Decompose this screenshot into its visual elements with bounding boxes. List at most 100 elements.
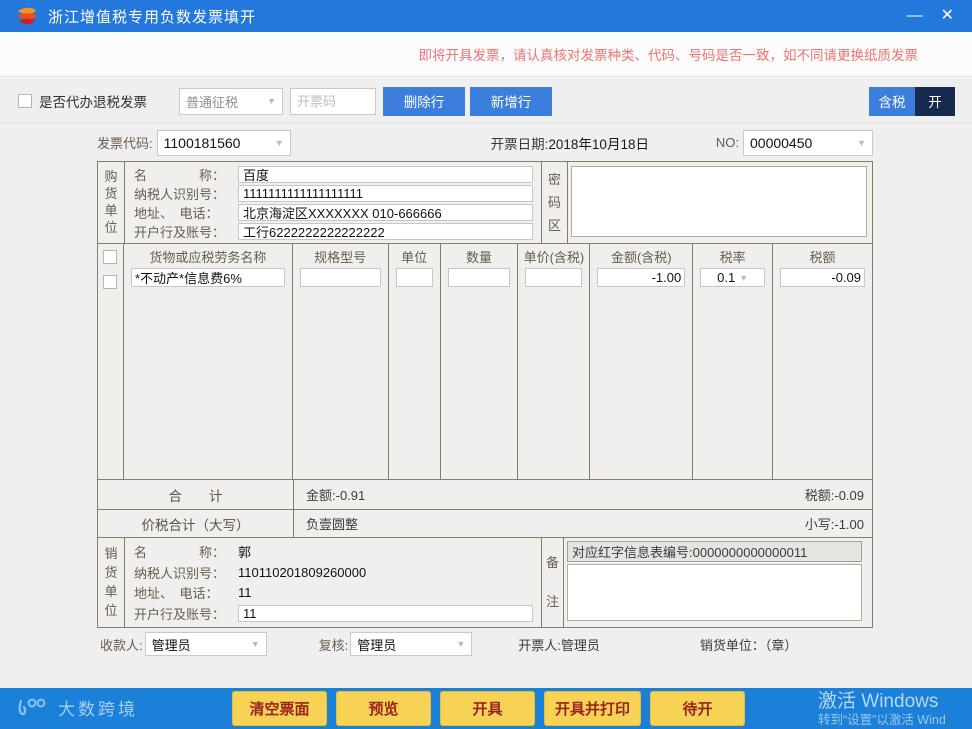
buyer-name-input[interactable]	[238, 166, 533, 183]
tax-amount-column: 税额	[773, 244, 872, 479]
chevron-down-icon: ▼	[251, 639, 260, 649]
refund-invoice-checkbox-label: 是否代办退税发票	[39, 91, 147, 111]
seller-bank-row: 开户行及账号：	[134, 604, 533, 623]
password-textarea[interactable]	[571, 166, 867, 237]
invoice-no-label: NO:	[716, 135, 739, 150]
invoice-meta-row: 发票代码: 1100181560 ▼ 开票日期:2018年10月18日 NO: …	[97, 129, 873, 156]
price-header: 单价(含税)	[524, 244, 585, 268]
seller-taxid-row: 纳税人识别号： 110110201809260000	[134, 563, 533, 582]
tax-included-button[interactable]: 含税	[869, 87, 915, 116]
remark-side-label: 备 注	[541, 538, 564, 627]
delete-row-button[interactable]: 删除行	[383, 87, 465, 116]
footer-bar: 大数跨境 清空票面 预览 开具 开具并打印 待开 激活 Windows 转到“设…	[0, 688, 972, 729]
chevron-down-icon: ▼	[857, 138, 866, 148]
buyer-fields: 名 称： 纳税人识别号： 地址、 电话： 开户行及账号：	[125, 162, 541, 243]
qty-header: 数量	[466, 244, 492, 268]
window-controls: — ✕	[907, 8, 962, 24]
tax-amount-input[interactable]	[780, 268, 865, 287]
titlebar: 浙江增值税专用负数发票填开 — ✕	[0, 0, 972, 32]
row-select-column	[98, 244, 124, 479]
buyer-bank-input[interactable]	[238, 223, 533, 240]
buyer-address-input[interactable]	[238, 204, 533, 221]
issue-and-print-button[interactable]: 开具并打印	[544, 691, 641, 726]
tax-open-button[interactable]: 开	[915, 87, 955, 116]
chevron-down-icon: ▼	[275, 138, 284, 148]
totals-row: 合 计 金额:-0.91 税额:-0.09	[98, 480, 872, 510]
goods-name-column: 货物或应税劳务名称	[124, 244, 293, 479]
qty-column: 数量	[441, 244, 519, 479]
watermark-title: 激活 Windows	[818, 691, 946, 713]
close-button[interactable]: ✕	[941, 8, 954, 24]
payee-select[interactable]: 管理员 ▼	[145, 632, 267, 656]
signoff-row: 收款人: 管理员 ▼ 复核: 管理员 ▼ 开票人:管理员 销货单位：（章）	[97, 631, 873, 657]
totals-amount: 金额:-0.91	[306, 485, 365, 504]
buyer-taxid-row: 纳税人识别号：	[134, 184, 533, 203]
seller-bank-input[interactable]	[238, 605, 533, 622]
buyer-address-row: 地址、 电话：	[134, 203, 533, 222]
password-side-label: 密 码 区	[541, 162, 568, 243]
invoice-form: 购 货 单 位 名 称： 纳税人识别号： 地址、 电话：	[97, 161, 873, 628]
invoice-code-label: 发票代码:	[97, 133, 153, 152]
capital-total-row: 价税合计（大写） 负壹圆整 小写:-1.00	[98, 510, 872, 538]
refund-invoice-checkbox[interactable]	[18, 94, 32, 108]
seller-fields: 名 称： 郭 纳税人识别号： 110110201809260000 地址、 电话…	[125, 538, 541, 627]
app-logo-icon	[14, 5, 40, 27]
toolbar-divider	[0, 122, 972, 123]
totals-tax: 税额:-0.09	[805, 485, 864, 504]
seller-address-value: 11	[238, 585, 252, 600]
price-input[interactable]	[525, 268, 582, 287]
tax-rate-select[interactable]: 0.1 ▼	[700, 268, 765, 287]
reviewer-value: 管理员	[357, 635, 452, 654]
reviewer-select[interactable]: 管理员 ▼	[350, 632, 472, 656]
buyer-section: 购 货 单 位 名 称： 纳税人识别号： 地址、 电话：	[98, 162, 872, 244]
remark-textarea[interactable]	[567, 564, 862, 621]
app-window: 浙江增值税专用负数发票填开 — ✕ 即将开具发票，请认真核对发票种类、代码、号码…	[0, 0, 972, 729]
seller-section: 销 货 单 位 名 称： 郭 纳税人识别号： 11011020180926000…	[98, 538, 872, 627]
tax-amount-header: 税额	[810, 244, 836, 268]
remark-red-ref-input[interactable]	[567, 541, 862, 562]
invoice-code-value: 1100181560	[164, 135, 271, 151]
spec-column: 规格型号	[293, 244, 389, 479]
invoice-no-block: NO: 00000450 ▼	[716, 130, 873, 156]
invoice-code-select[interactable]: 1100181560 ▼	[157, 130, 291, 156]
goods-name-input[interactable]	[131, 268, 285, 287]
invoice-no-value: 00000450	[750, 135, 853, 151]
buyer-taxid-input[interactable]	[238, 185, 533, 202]
unit-column: 单位	[389, 244, 441, 479]
add-row-button[interactable]: 新增行	[470, 87, 552, 116]
tax-type-select[interactable]: 普通征税 ▼	[179, 88, 283, 115]
pending-button[interactable]: 待开	[650, 691, 745, 726]
buyer-bank-row: 开户行及账号：	[134, 222, 533, 241]
select-all-checkbox[interactable]	[103, 250, 117, 264]
seller-stamp-text: 销货单位：（章）	[700, 635, 798, 654]
invoice-code-input[interactable]	[290, 88, 376, 115]
brand-name: 大数跨境	[58, 695, 138, 720]
preview-button[interactable]: 预览	[336, 691, 431, 726]
brand: 大数跨境	[16, 694, 138, 720]
payee-value: 管理员	[152, 635, 247, 654]
invoice-no-select[interactable]: 00000450 ▼	[743, 130, 873, 156]
unit-input[interactable]	[396, 268, 433, 287]
password-area	[568, 162, 872, 243]
invoice-date-value: 2018年10月18日	[548, 137, 649, 152]
notice-bar: 即将开具发票，请认真核对发票种类、代码、号码是否一致，如不同请更换纸质发票	[0, 32, 972, 77]
issue-button[interactable]: 开具	[440, 691, 535, 726]
unit-header: 单位	[401, 244, 427, 268]
row-checkbox[interactable]	[103, 275, 117, 289]
windows-activation-watermark: 激活 Windows 转到“设置”以激活 Wind	[818, 691, 946, 727]
seller-address-row: 地址、 电话： 11	[134, 583, 533, 602]
amount-input[interactable]	[597, 268, 685, 287]
tax-rate-value: 0.1	[717, 270, 735, 285]
tax-rate-header: 税率	[720, 244, 746, 268]
tax-rate-column: 税率 0.1 ▼	[693, 244, 773, 479]
tax-toggle: 含税 开	[869, 87, 955, 116]
spec-header: 规格型号	[314, 244, 366, 268]
buyer-side-label: 购 货 单 位	[98, 162, 125, 243]
spec-input[interactable]	[300, 268, 381, 287]
payee-label: 收款人:	[100, 635, 143, 654]
clear-invoice-button[interactable]: 清空票面	[232, 691, 327, 726]
window-title: 浙江增值税专用负数发票填开	[48, 6, 256, 27]
goods-name-header: 货物或应税劳务名称	[149, 244, 266, 268]
minimize-button[interactable]: —	[907, 8, 923, 24]
qty-input[interactable]	[448, 268, 511, 287]
